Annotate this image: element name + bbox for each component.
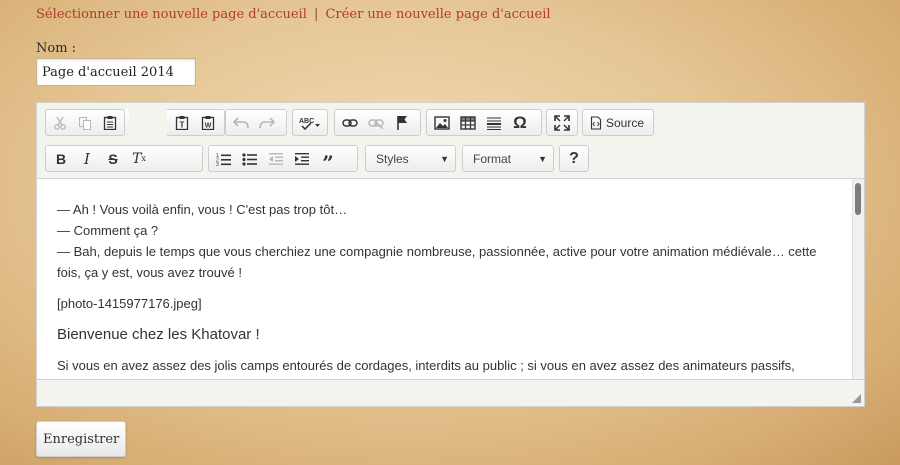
link-group bbox=[334, 109, 421, 136]
dialogue-line-3: — Bah, depuis le temps que vous cherchie… bbox=[57, 244, 817, 280]
copy-icon[interactable] bbox=[73, 111, 98, 134]
paste-special-group: T W bbox=[167, 109, 225, 136]
svg-text:W: W bbox=[205, 123, 212, 130]
svg-text:3: 3 bbox=[216, 162, 219, 166]
create-homepage-link[interactable]: Créer une nouvelle page d'accueil bbox=[326, 7, 551, 22]
anchor-icon[interactable] bbox=[389, 111, 415, 134]
editor-content[interactable]: — Ah ! Vous voilà enfin, vous ! C'est pa… bbox=[37, 179, 853, 379]
dialogue-line-2: — Comment ça ? bbox=[57, 223, 159, 238]
spellcheck-icon[interactable]: ABC bbox=[295, 111, 325, 134]
source-group: Source bbox=[582, 109, 654, 136]
unlink-icon[interactable] bbox=[363, 111, 389, 134]
horizontal-rule-icon[interactable] bbox=[481, 111, 507, 134]
chevron-down-icon: ▼ bbox=[440, 153, 449, 164]
table-icon[interactable] bbox=[455, 111, 481, 134]
help-button[interactable]: ? bbox=[562, 147, 586, 170]
save-button[interactable]: Enregistrer bbox=[36, 421, 126, 457]
nav-separator: | bbox=[314, 7, 319, 22]
svg-text:T: T bbox=[180, 121, 185, 130]
dialogue-line-1: — Ah ! Vous voilà enfin, vous ! C'est pa… bbox=[57, 202, 348, 217]
remove-format-icon[interactable]: Tx bbox=[126, 147, 152, 170]
spellcheck-group: ABC bbox=[292, 109, 328, 136]
link-icon[interactable] bbox=[337, 111, 363, 134]
redo-icon[interactable] bbox=[254, 111, 280, 134]
paste-text-icon[interactable]: T bbox=[169, 111, 195, 134]
scrollbar-thumb[interactable] bbox=[855, 183, 861, 215]
help-group: ? bbox=[559, 145, 589, 172]
rich-text-editor: T W ABC Ω Source B I S T x 1 2 3 ” Style… bbox=[36, 102, 865, 407]
basic-styles-group: B I S Tx bbox=[45, 145, 203, 172]
top-navigation: Sélectionner une nouvelle page d'accueil… bbox=[36, 7, 551, 22]
select-homepage-link[interactable]: Sélectionner une nouvelle page d'accueil bbox=[36, 7, 307, 22]
bulleted-list-icon[interactable] bbox=[237, 147, 263, 170]
paste-word-icon[interactable]: W bbox=[195, 111, 221, 134]
cut-icon[interactable] bbox=[48, 111, 73, 134]
italic-icon[interactable]: I bbox=[74, 147, 100, 170]
styles-dropdown[interactable]: Styles ▼ bbox=[365, 145, 456, 172]
chevron-down-icon: ▼ bbox=[538, 153, 547, 164]
content-heading: Bienvenue chez les Khatovar ! bbox=[57, 326, 260, 343]
undo-icon[interactable] bbox=[228, 111, 254, 134]
bold-icon[interactable]: B bbox=[48, 147, 74, 170]
paste-icon[interactable] bbox=[97, 111, 122, 134]
format-label: Format bbox=[473, 151, 512, 166]
editor-bottombar bbox=[37, 379, 864, 406]
numbered-list-icon[interactable]: 123 bbox=[211, 147, 237, 170]
maximize-icon[interactable] bbox=[549, 111, 575, 134]
outdent-icon[interactable] bbox=[263, 147, 289, 170]
strike-icon[interactable]: S bbox=[100, 147, 126, 170]
styles-label: Styles bbox=[376, 151, 409, 166]
source-button[interactable]: Source bbox=[585, 111, 649, 134]
source-icon bbox=[590, 115, 602, 130]
editor-toolbar: T W ABC Ω Source B I S T x 1 2 3 ” Style… bbox=[37, 103, 864, 179]
clipboard-group bbox=[45, 109, 125, 136]
special-char-icon[interactable]: Ω bbox=[507, 111, 533, 134]
indent-icon[interactable] bbox=[289, 147, 315, 170]
insert-group: Ω bbox=[426, 109, 542, 136]
svg-text:ABC: ABC bbox=[299, 118, 314, 125]
content-scrollbar[interactable] bbox=[852, 179, 864, 379]
list-group: 123 ” bbox=[208, 145, 358, 175]
image-icon[interactable] bbox=[429, 111, 455, 134]
undo-group bbox=[225, 109, 287, 136]
name-input[interactable] bbox=[36, 58, 196, 86]
blockquote-icon[interactable]: ” bbox=[315, 147, 341, 175]
source-label: Source bbox=[606, 115, 645, 130]
name-label: Nom : bbox=[36, 41, 77, 56]
resize-handle-icon[interactable] bbox=[852, 394, 861, 403]
dialogue-paragraph: — Ah ! Vous voilà enfin, vous ! C'est pa… bbox=[57, 199, 833, 283]
photo-placeholder: [photo-1415977176.jpeg] bbox=[57, 296, 202, 311]
format-dropdown[interactable]: Format ▼ bbox=[462, 145, 554, 172]
maximize-group bbox=[546, 109, 578, 136]
content-paragraph: Si vous en avez assez des jolis camps en… bbox=[57, 358, 795, 373]
